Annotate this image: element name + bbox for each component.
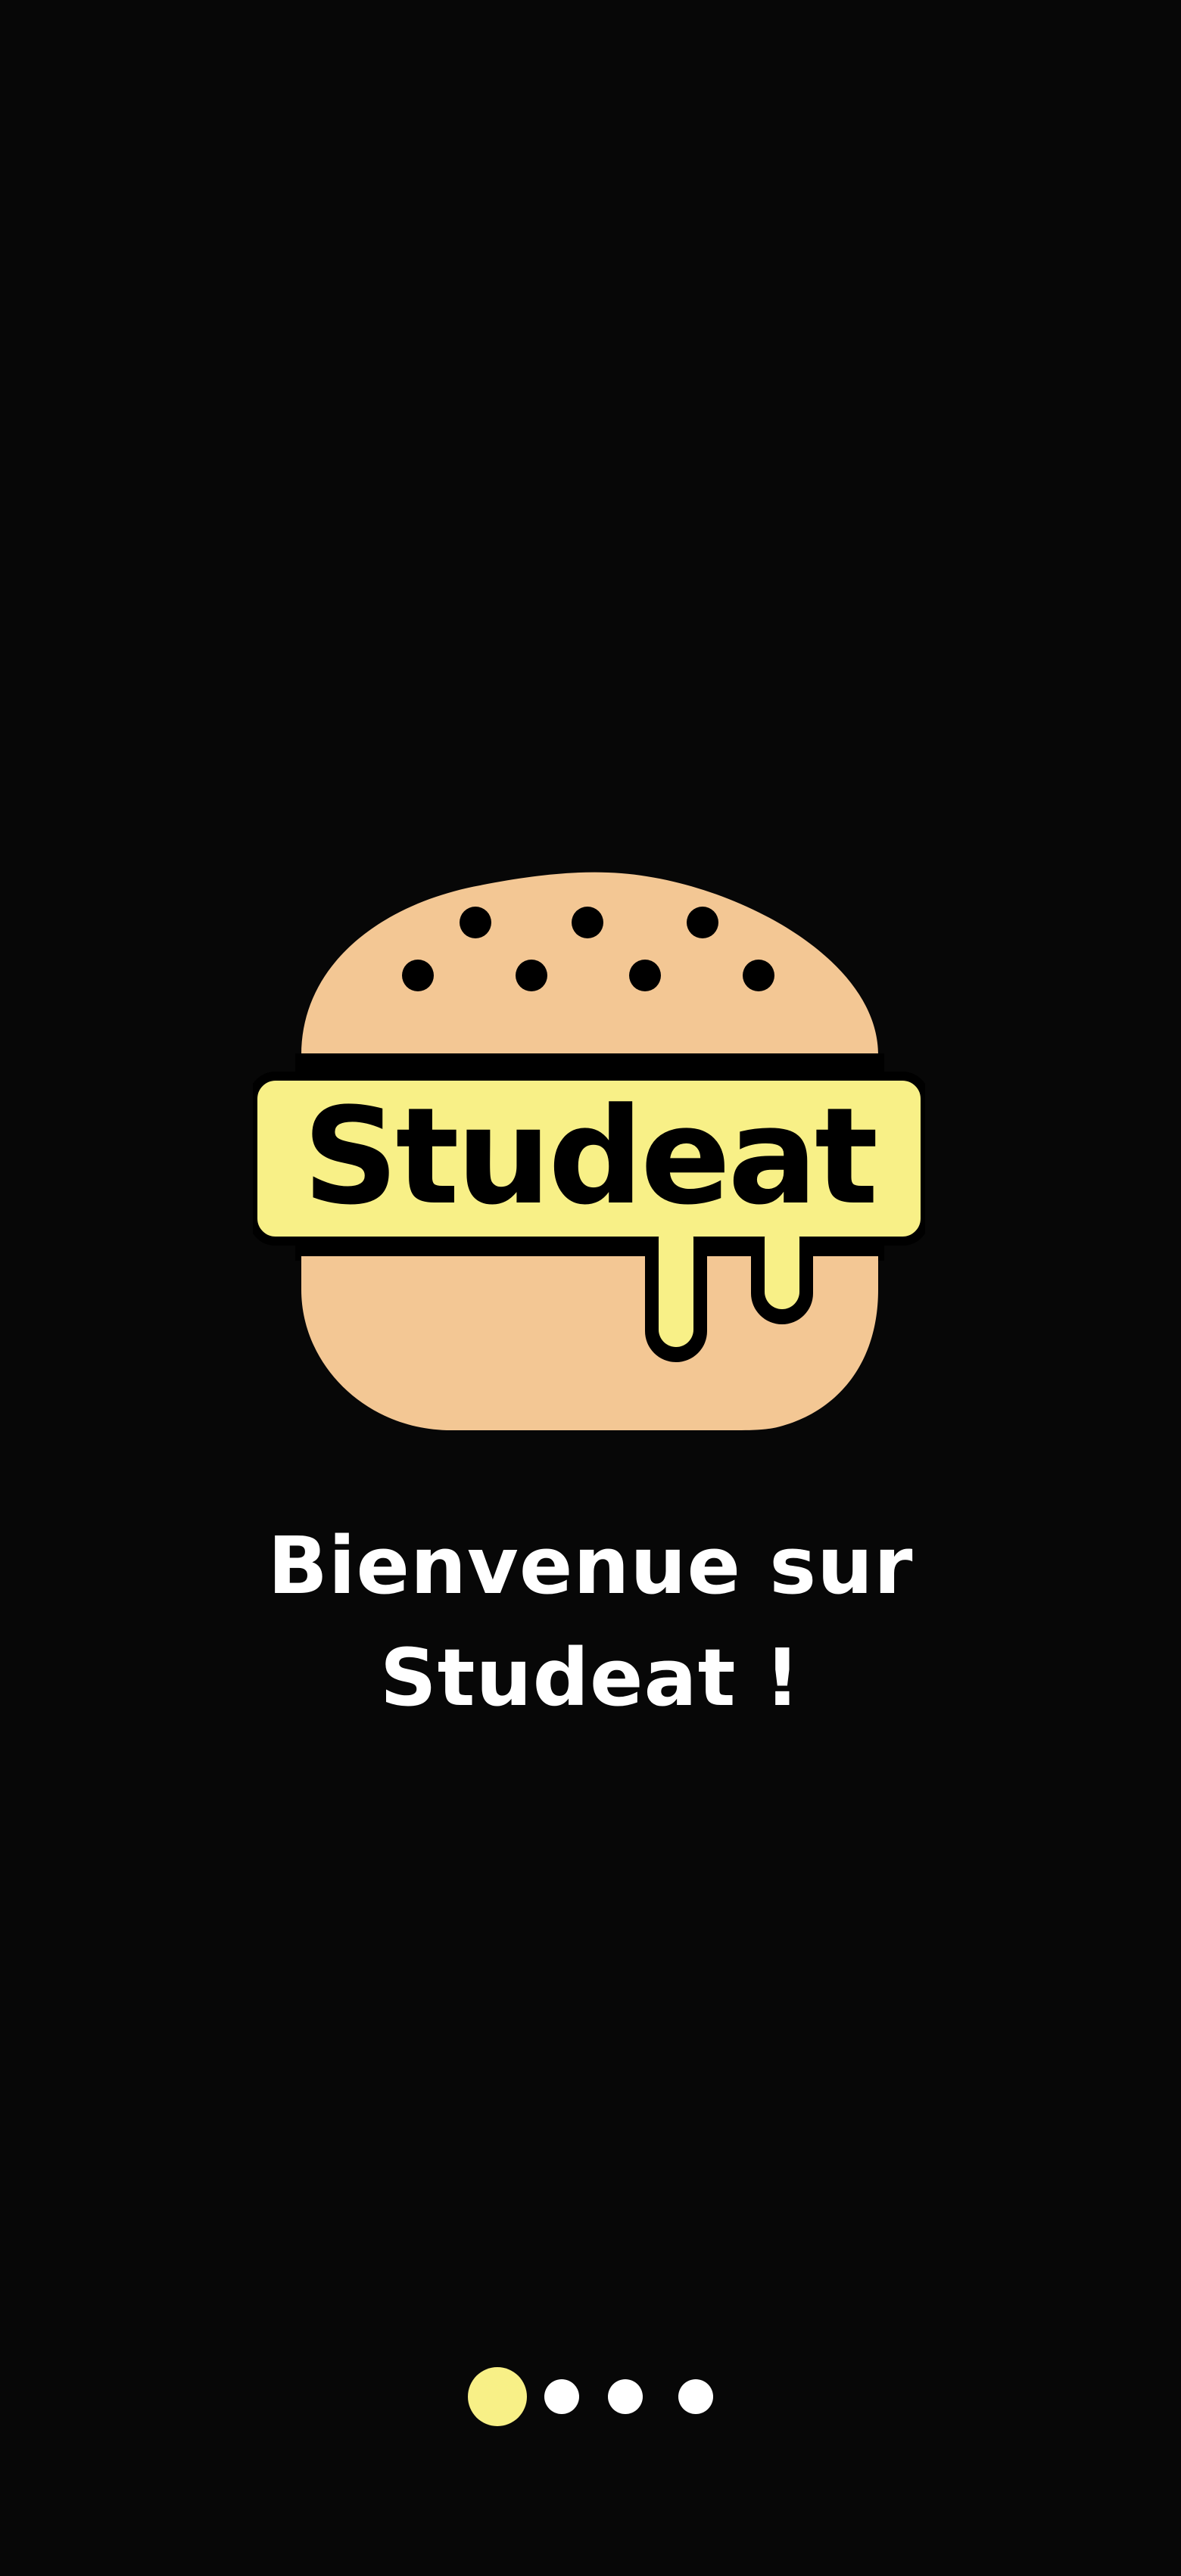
page-indicator	[0, 2367, 1181, 2428]
page-dot-1-active[interactable]	[468, 2367, 527, 2426]
top-bun	[301, 872, 878, 1064]
studeat-logo: Studeat	[253, 843, 925, 1433]
page-dot-2[interactable]	[544, 2379, 579, 2414]
welcome-line-2: Studeat !	[379, 1632, 802, 1724]
page-dot-4[interactable]	[678, 2379, 713, 2414]
page-dot-3[interactable]	[608, 2379, 643, 2414]
burger-logo-icon: Studeat	[253, 872, 925, 1430]
welcome-title: Bienvenue sur Studeat !	[0, 1510, 1181, 1734]
logo-wordmark: Studeat	[303, 1079, 876, 1234]
welcome-line-1: Bienvenue sur	[267, 1520, 914, 1612]
onboarding-screen: Studeat Bienvenue sur Studeat !	[0, 0, 1181, 2576]
